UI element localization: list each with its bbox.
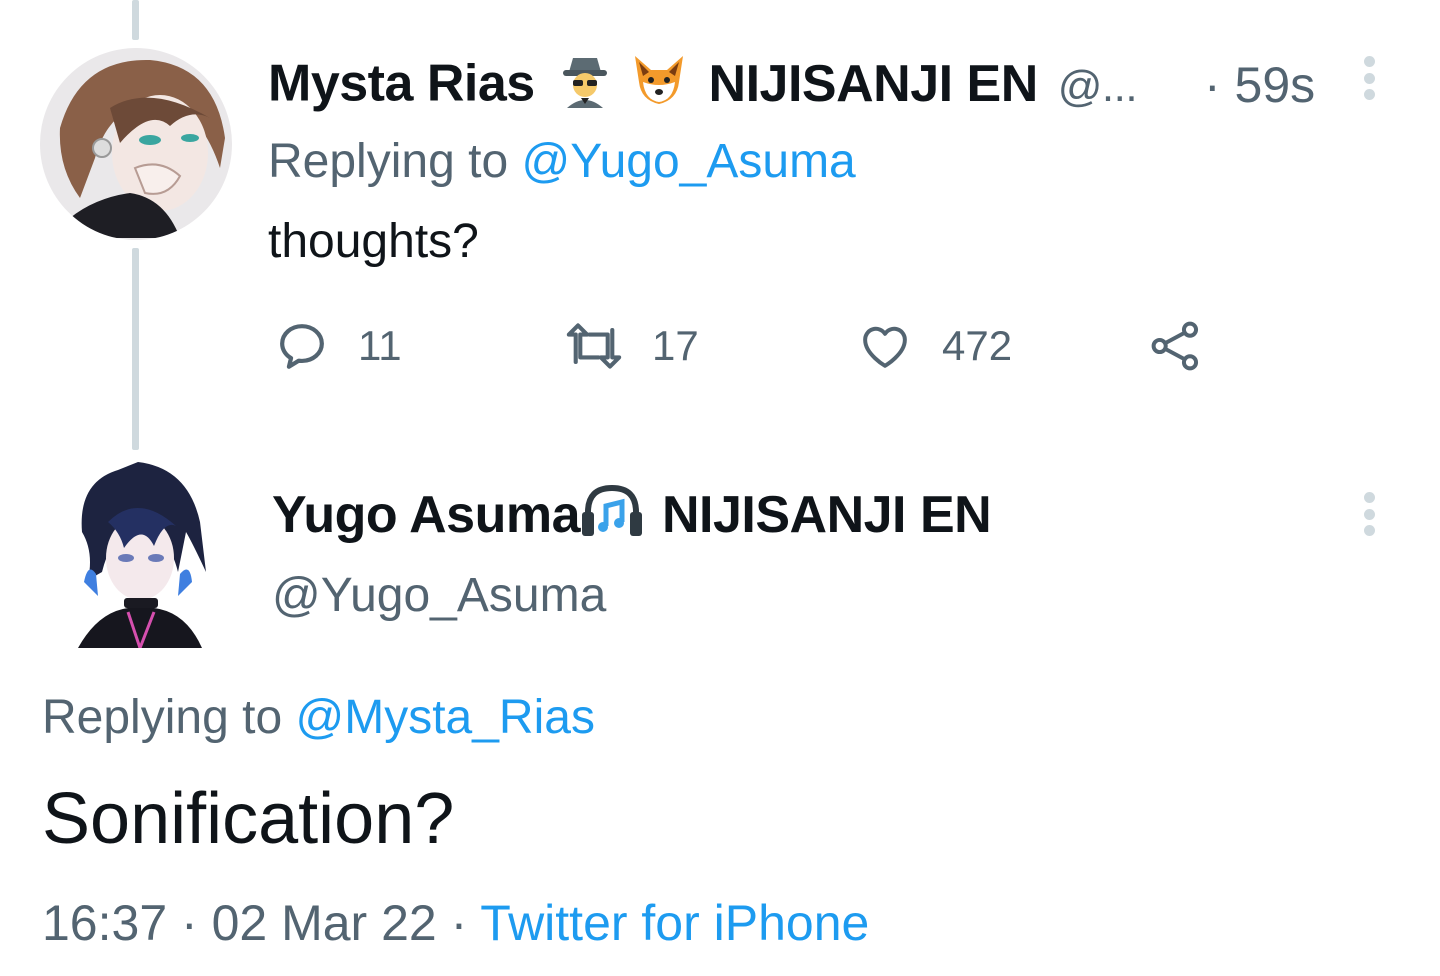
like-count: 472 xyxy=(942,322,1013,369)
main-org: NIJISANJI EN xyxy=(661,486,992,545)
main-more-options-icon[interactable] xyxy=(1364,492,1376,536)
parent-replying-to: Replying to @Yugo_Asuma xyxy=(268,134,856,189)
main-replying-handle-link[interactable]: @Mysta_Rias xyxy=(295,691,594,744)
thread-line-top xyxy=(132,0,139,40)
avatar-yugo[interactable] xyxy=(68,462,208,648)
main-handle[interactable]: @Yugo_Asuma xyxy=(272,568,606,623)
retweet-count: 17 xyxy=(652,322,699,369)
parent-display-name-row[interactable]: Mysta Rias NIJISANJI EN @... xyxy=(268,52,1138,122)
reply-count: 11 xyxy=(358,322,402,369)
headphone-icon xyxy=(580,482,644,555)
main-replying-prefix: Replying to xyxy=(42,691,283,744)
main-tweet-time: 16:37 xyxy=(42,895,168,951)
parent-replying-handle-link[interactable]: @Yugo_Asuma xyxy=(521,135,855,188)
avatar-mysta[interactable] xyxy=(40,48,232,240)
reply-action[interactable]: 11 xyxy=(274,318,402,374)
fox-face-icon xyxy=(629,52,689,122)
parent-more-options-icon[interactable] xyxy=(1364,56,1376,100)
reply-icon xyxy=(280,324,324,369)
main-replying-to: Replying to @Mysta_Rias xyxy=(42,690,595,745)
like-action[interactable]: 472 xyxy=(856,318,1012,374)
parent-handle[interactable]: @... xyxy=(1058,62,1138,111)
parent-tweet-text: thoughts? xyxy=(268,215,479,268)
tweet-source-link[interactable]: Twitter for iPhone xyxy=(480,895,869,951)
share-action[interactable] xyxy=(1146,318,1206,374)
heart-icon xyxy=(863,326,907,368)
meta-separator-2: · xyxy=(450,895,468,951)
meta-separator-1: · xyxy=(181,895,198,951)
main-display-name: Yugo Asuma xyxy=(272,486,581,545)
main-display-name-row[interactable]: Yugo Asuma NIJISANJI EN xyxy=(272,482,992,555)
detective-icon xyxy=(557,52,613,122)
main-tweet-date: 02 Mar 22 xyxy=(211,895,437,951)
main-tweet-meta: 16:37 · 02 Mar 22 · Twitter for iPhone xyxy=(42,894,869,952)
parent-timestamp[interactable]: · 59s xyxy=(1204,56,1315,114)
parent-display-name: Mysta Rias xyxy=(268,54,535,113)
retweet-icon xyxy=(566,323,622,369)
parent-replying-prefix: Replying to xyxy=(268,135,509,188)
thread-line-bottom xyxy=(132,248,139,450)
share-icon xyxy=(1151,321,1199,371)
retweet-action[interactable]: 17 xyxy=(562,318,699,374)
parent-org: NIJISANJI EN xyxy=(708,54,1039,113)
main-tweet-text: Sonification? xyxy=(42,779,455,859)
